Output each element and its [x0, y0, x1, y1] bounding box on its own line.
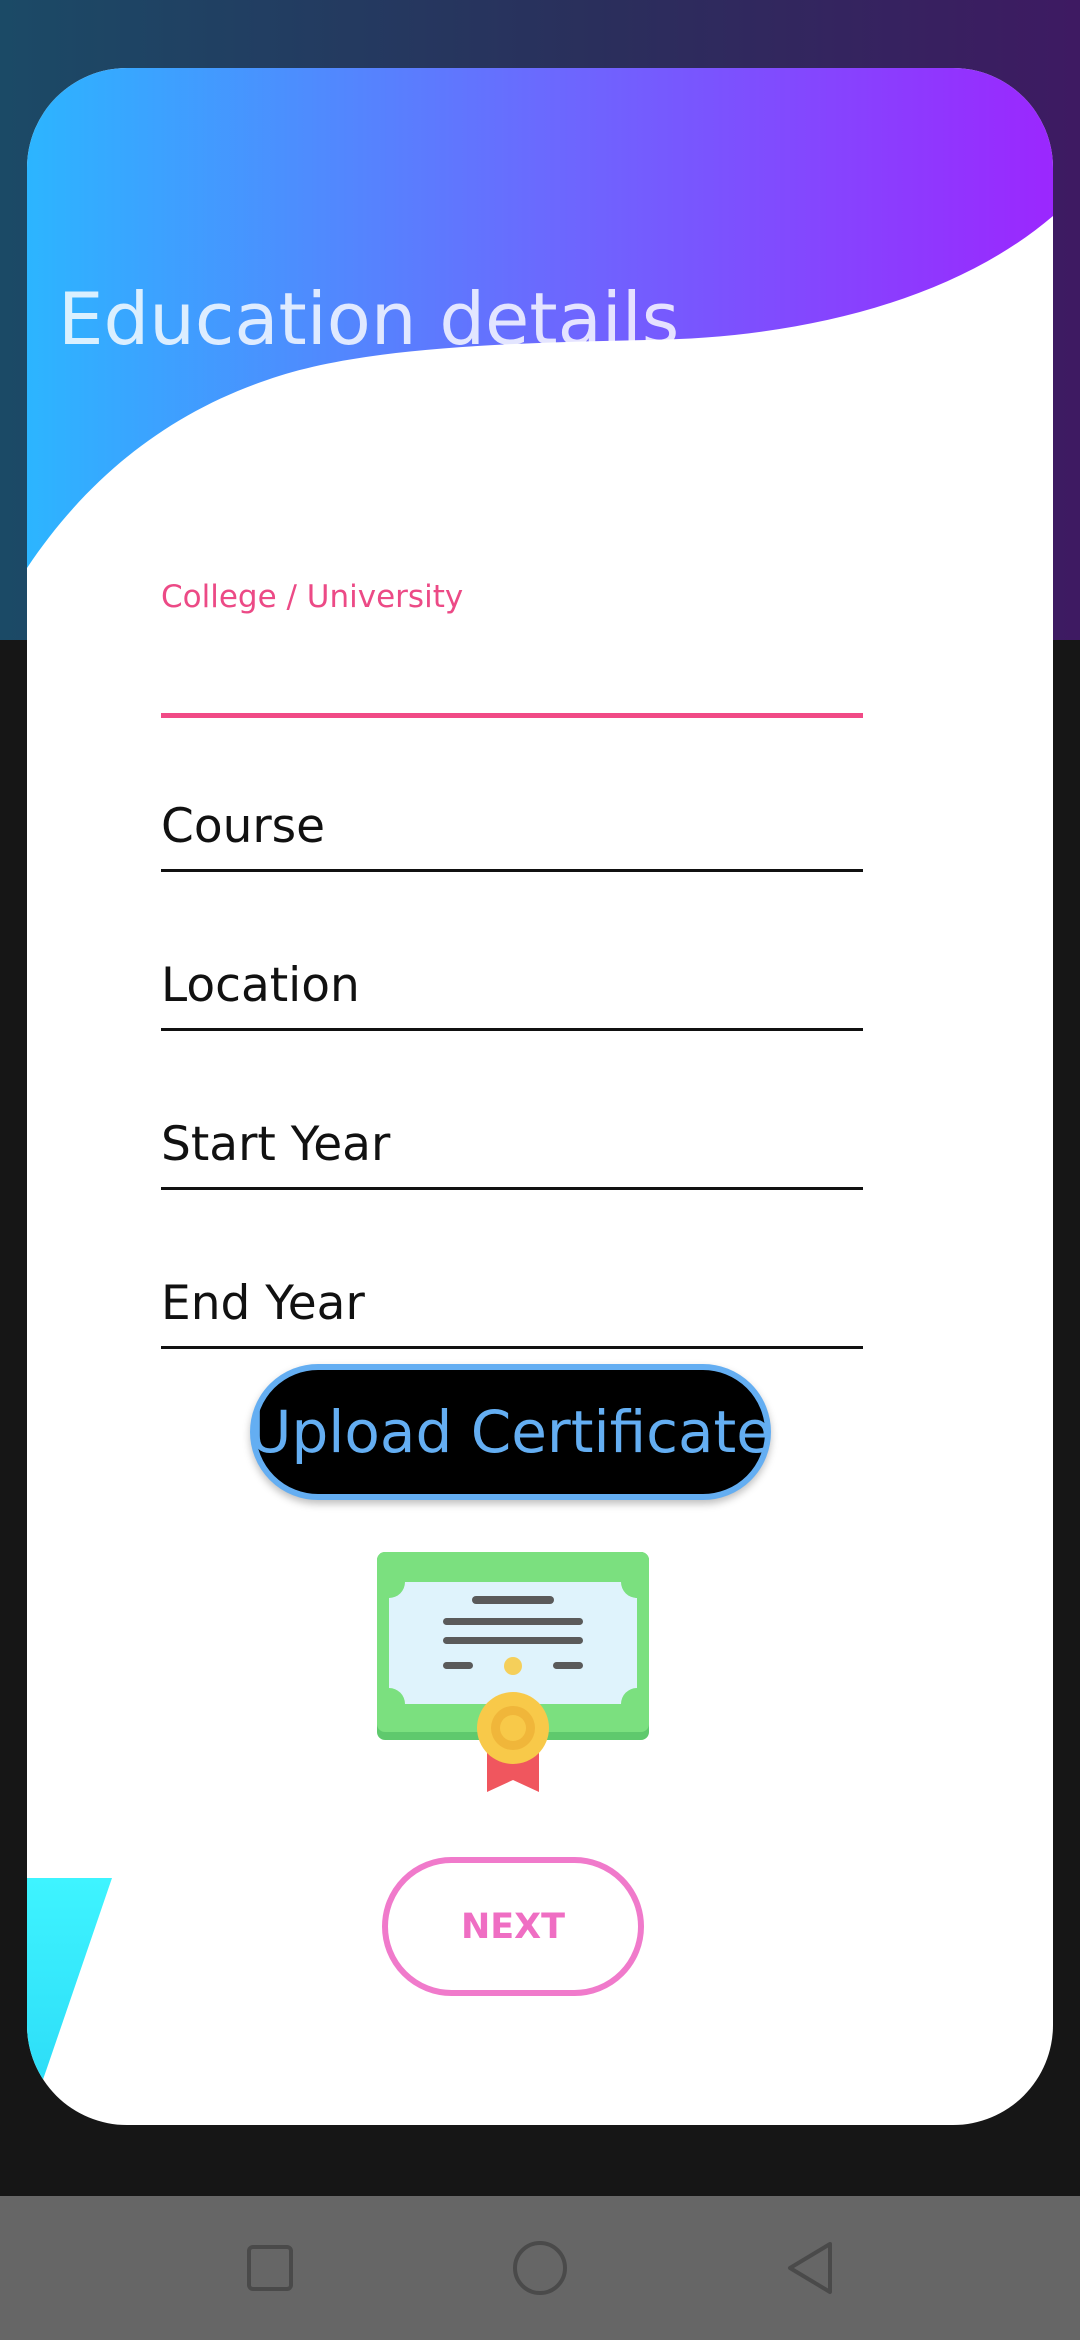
circle-icon: [513, 2241, 567, 2295]
start-year-field[interactable]: Start Year: [161, 1114, 863, 1190]
next-button[interactable]: NEXT: [382, 1857, 644, 1996]
college-university-field[interactable]: College / University: [161, 582, 863, 718]
location-placeholder: Location: [161, 958, 360, 1013]
end-year-field[interactable]: End Year: [161, 1273, 863, 1349]
college-university-label: College / University: [161, 579, 464, 615]
page-title: Education details: [58, 277, 680, 361]
college-university-underline: [161, 713, 863, 718]
course-field[interactable]: Course: [161, 796, 863, 872]
location-field[interactable]: Location: [161, 955, 863, 1031]
end-year-placeholder: End Year: [161, 1276, 365, 1331]
home-button[interactable]: [460, 2196, 620, 2340]
system-navigation-bar: [0, 2196, 1080, 2340]
location-underline: [161, 1028, 863, 1031]
end-year-underline: [161, 1346, 863, 1349]
back-button[interactable]: [730, 2196, 890, 2340]
form-card: Education details: [27, 68, 1053, 2125]
course-underline: [161, 869, 863, 872]
start-year-underline: [161, 1187, 863, 1190]
start-year-placeholder: Start Year: [161, 1117, 391, 1172]
square-icon: [247, 2245, 293, 2291]
triangle-back-icon: [788, 2242, 832, 2294]
header-wave: [27, 68, 1053, 2125]
recents-button[interactable]: [190, 2196, 350, 2340]
course-placeholder: Course: [161, 799, 326, 854]
certificate-icon: [377, 1552, 649, 1792]
upload-certificate-button[interactable]: Upload Certificate: [249, 1364, 772, 1500]
